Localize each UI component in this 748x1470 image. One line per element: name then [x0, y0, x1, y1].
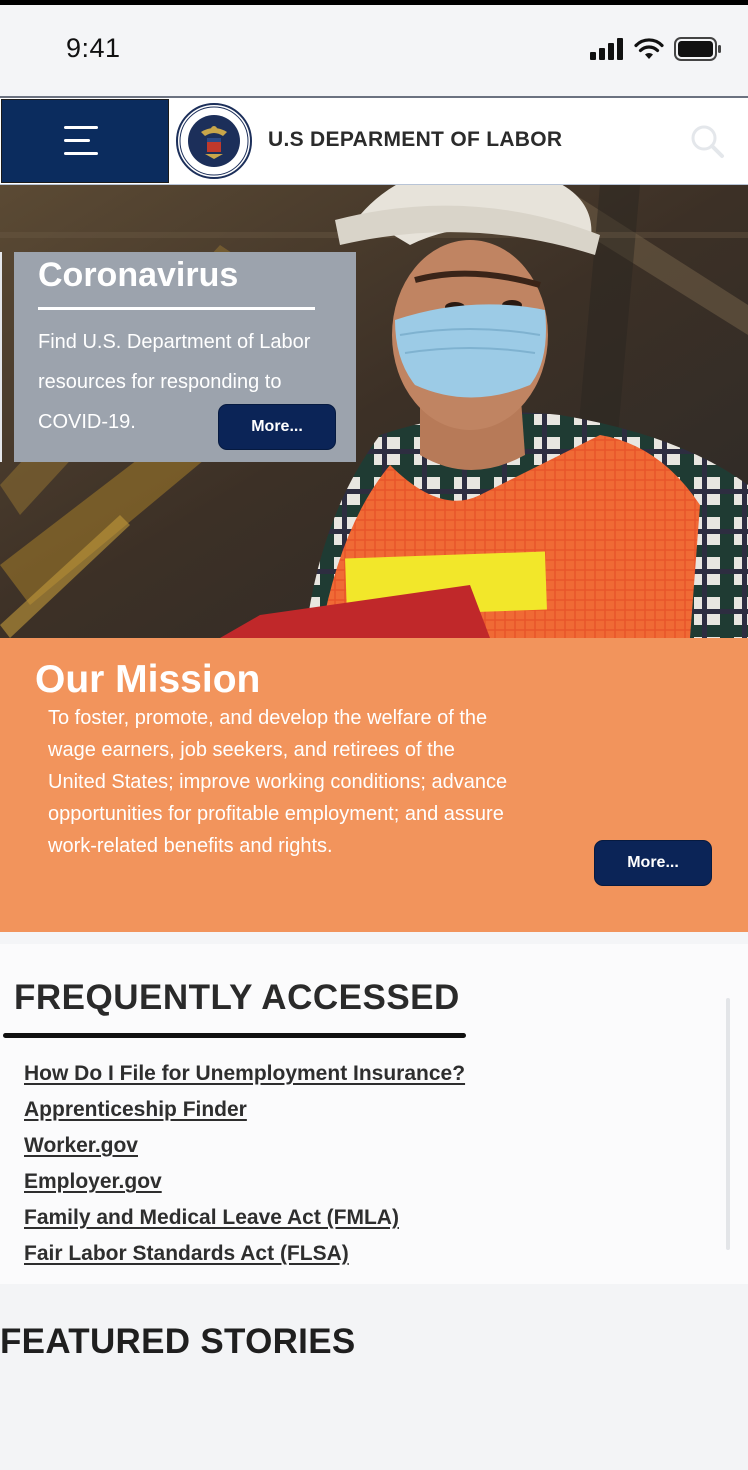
mission-section: Our Mission To foster, promote, and deve… [0, 638, 748, 932]
list-item: Fair Labor Standards Act (FLSA) [24, 1242, 465, 1278]
featured-stories-section: FEATURED STORIES [0, 1284, 748, 1470]
list-item: Apprenticeship Finder [24, 1098, 465, 1134]
coronavirus-title-underline [38, 307, 315, 310]
coronavirus-card: Coronavirus Find U.S. Department of Labo… [14, 252, 356, 462]
mission-text: To foster, promote, and develop the welf… [48, 707, 508, 857]
frequently-accessed-section: FREQUENTLY ACCESSED How Do I File for Un… [0, 944, 748, 1284]
featured-stories-title: FEATURED STORIES [0, 1322, 356, 1361]
menu-button[interactable] [1, 99, 169, 183]
site-title[interactable]: U.S DEPARMENT OF LABOR [268, 128, 562, 152]
status-icons [590, 37, 722, 61]
hero-banner: Coronavirus Find U.S. Department of Labo… [0, 185, 748, 638]
battery-icon [674, 37, 721, 61]
link-apprenticeship-finder[interactable]: Apprenticeship Finder [24, 1098, 247, 1121]
frequently-accessed-title: FREQUENTLY ACCESSED [14, 978, 460, 1017]
frequently-accessed-underline [3, 1033, 466, 1038]
link-flsa[interactable]: Fair Labor Standards Act (FLSA) [24, 1242, 349, 1265]
cellular-signal-icon [590, 38, 623, 60]
link-fmla[interactable]: Family and Medical Leave Act (FMLA) [24, 1206, 399, 1229]
hamburger-menu-icon [64, 126, 98, 165]
mission-title: Our Mission [35, 658, 261, 701]
hero-card-edge [0, 252, 2, 462]
link-unemployment-insurance[interactable]: How Do I File for Unemployment Insurance… [24, 1062, 465, 1085]
list-item: Family and Medical Leave Act (FMLA) [24, 1206, 465, 1242]
department-of-labor-seal[interactable] [170, 100, 258, 182]
link-employer-gov[interactable]: Employer.gov [24, 1170, 162, 1193]
search-icon[interactable] [688, 122, 726, 160]
seal-emblem [176, 103, 252, 179]
coronavirus-title: Coronavirus [38, 256, 239, 294]
list-item: How Do I File for Unemployment Insurance… [24, 1062, 465, 1098]
coronavirus-more-button[interactable]: More... [218, 404, 336, 450]
status-bar: 9:41 [0, 5, 748, 96]
list-item: Employer.gov [24, 1170, 465, 1206]
frequently-accessed-list: How Do I File for Unemployment Insurance… [24, 1062, 465, 1278]
list-scrollbar[interactable] [726, 998, 730, 1250]
link-worker-gov[interactable]: Worker.gov [24, 1134, 138, 1157]
status-time: 9:41 [66, 33, 121, 63]
mission-more-button[interactable]: More... [594, 840, 712, 886]
list-item: Worker.gov [24, 1134, 465, 1170]
wifi-icon [634, 38, 664, 59]
site-header: U.S DEPARMENT OF LABOR [0, 96, 748, 185]
